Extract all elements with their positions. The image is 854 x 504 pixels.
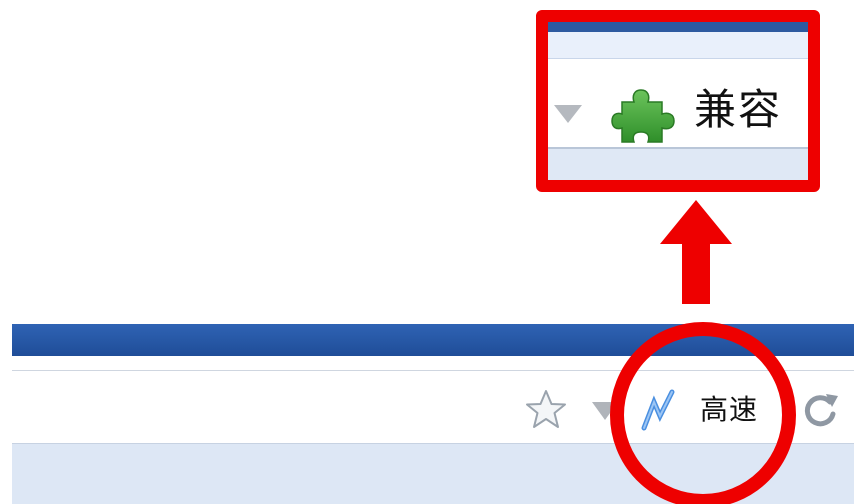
browser-title-bar: [12, 324, 854, 356]
dropdown-triangle-icon: [592, 402, 618, 420]
high-speed-mode-label: 高速: [700, 393, 759, 426]
bookmarks-bar: [12, 444, 854, 504]
puzzle-piece-icon[interactable]: [608, 80, 678, 150]
render-mode-button[interactable]: 高速: [638, 386, 788, 434]
compatibility-mode-label: 兼容: [694, 85, 783, 134]
screenshot-annotation: 兼容 高速: [0, 0, 854, 504]
up-arrow-annotation: [660, 200, 732, 304]
reload-icon[interactable]: [796, 388, 844, 432]
zoom-bookmarks-band: [548, 149, 808, 180]
dropdown-button[interactable]: [590, 400, 620, 422]
star-icon[interactable]: [524, 388, 568, 432]
tab-strip-edge: [12, 356, 854, 370]
lightning-bolt-icon: [641, 389, 675, 431]
zoom-tab-strip: [548, 32, 808, 59]
dropdown-triangle-icon[interactable]: [554, 105, 582, 123]
zoom-title-bar: [548, 22, 808, 32]
zoom-inset-callout: 兼容: [536, 10, 820, 192]
